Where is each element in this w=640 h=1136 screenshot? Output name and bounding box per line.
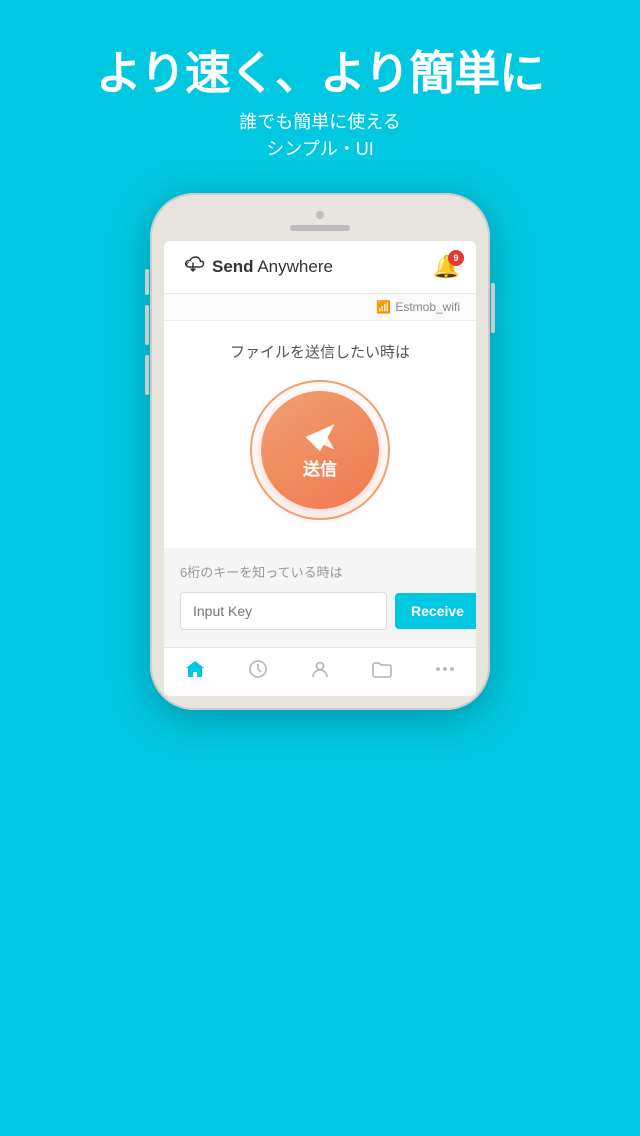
send-button-wrap: 送信 bbox=[250, 380, 390, 520]
volume-up-button bbox=[145, 305, 149, 345]
bottom-navigation bbox=[164, 647, 476, 696]
app-logo-text: Send Anywhere bbox=[212, 257, 333, 277]
wifi-icon: 📶 bbox=[376, 300, 391, 314]
notification-badge: 9 bbox=[448, 250, 464, 266]
notification-bell-wrap[interactable]: 🔔 9 bbox=[433, 254, 460, 280]
header-title: より速く、より簡単に bbox=[0, 48, 640, 99]
send-section: ファイルを送信したい時は 送信 bbox=[164, 321, 476, 548]
header-subtitle: 誰でも簡単に使える シンプル・UI bbox=[0, 109, 640, 163]
nav-history[interactable] bbox=[247, 658, 269, 686]
wifi-bar: 📶 Estmob_wifi bbox=[164, 294, 476, 321]
nav-files[interactable] bbox=[371, 658, 393, 686]
phone-screen: Send Anywhere 🔔 9 📶 Estmob_wifi ファイルを送信し… bbox=[164, 241, 476, 696]
paper-plane-icon bbox=[302, 419, 338, 455]
nav-profile[interactable] bbox=[309, 658, 331, 686]
app-header-bar: Send Anywhere 🔔 9 bbox=[164, 241, 476, 294]
folder-icon bbox=[371, 658, 393, 686]
nav-home[interactable] bbox=[184, 658, 206, 686]
send-button-label: 送信 bbox=[303, 455, 337, 480]
receive-row: Receive bbox=[180, 591, 460, 631]
mute-button bbox=[145, 269, 149, 295]
volume-down-button bbox=[145, 355, 149, 395]
cloud-upload-icon bbox=[180, 253, 206, 281]
receive-button[interactable]: Receive bbox=[395, 593, 476, 629]
wifi-name: Estmob_wifi bbox=[395, 300, 460, 314]
send-button[interactable]: 送信 bbox=[261, 391, 379, 509]
header-area: より速く、より簡単に 誰でも簡単に使える シンプル・UI bbox=[0, 0, 640, 193]
receive-section-label: 6桁のキーを知っている時は bbox=[180, 562, 460, 581]
phone-body: Send Anywhere 🔔 9 📶 Estmob_wifi ファイルを送信し… bbox=[150, 193, 490, 710]
more-dots-icon bbox=[434, 658, 456, 686]
speaker-grill bbox=[290, 225, 350, 231]
clock-icon bbox=[247, 658, 269, 686]
send-label: ファイルを送信したい時は bbox=[230, 341, 410, 362]
subtitle-line1: 誰でも簡単に使える bbox=[239, 112, 400, 132]
subtitle-line2: シンプル・UI bbox=[266, 139, 373, 159]
phone-mockup: Send Anywhere 🔔 9 📶 Estmob_wifi ファイルを送信し… bbox=[0, 193, 640, 710]
nav-more[interactable] bbox=[434, 658, 456, 686]
camera-dot bbox=[316, 211, 324, 219]
power-button bbox=[491, 283, 495, 333]
home-icon bbox=[184, 658, 206, 686]
key-input[interactable] bbox=[180, 592, 387, 630]
phone-top-details bbox=[164, 211, 476, 231]
receive-section: 6桁のキーを知っている時は Receive bbox=[164, 548, 476, 647]
app-logo: Send Anywhere bbox=[180, 253, 333, 281]
user-icon bbox=[309, 658, 331, 686]
